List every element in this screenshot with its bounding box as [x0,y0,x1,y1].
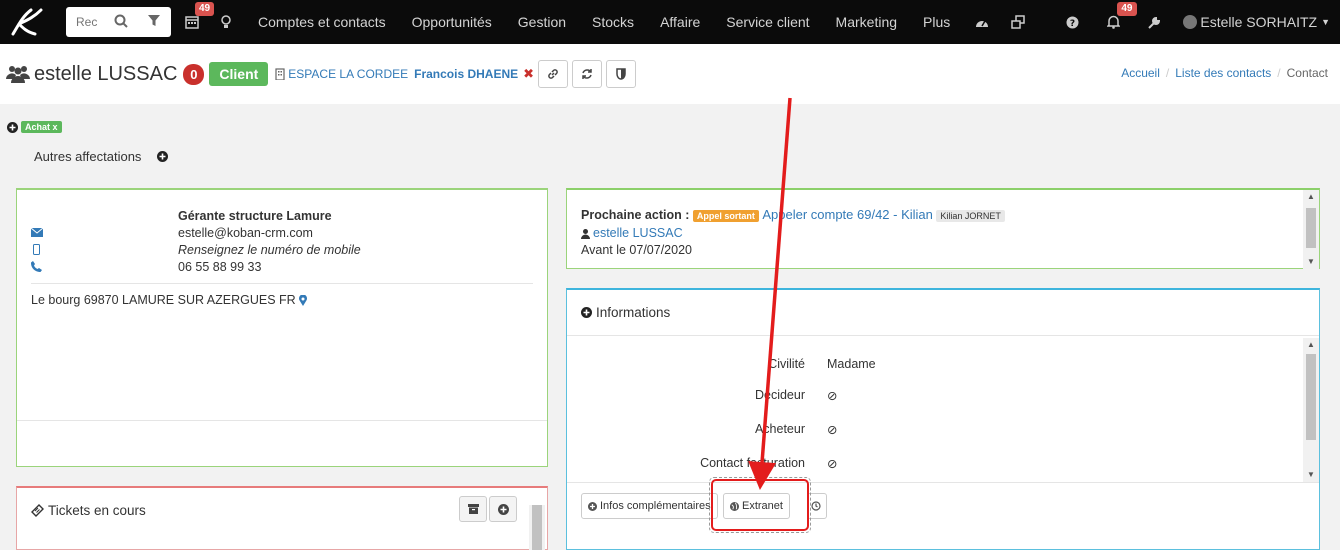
annotation-arrow [748,97,792,490]
